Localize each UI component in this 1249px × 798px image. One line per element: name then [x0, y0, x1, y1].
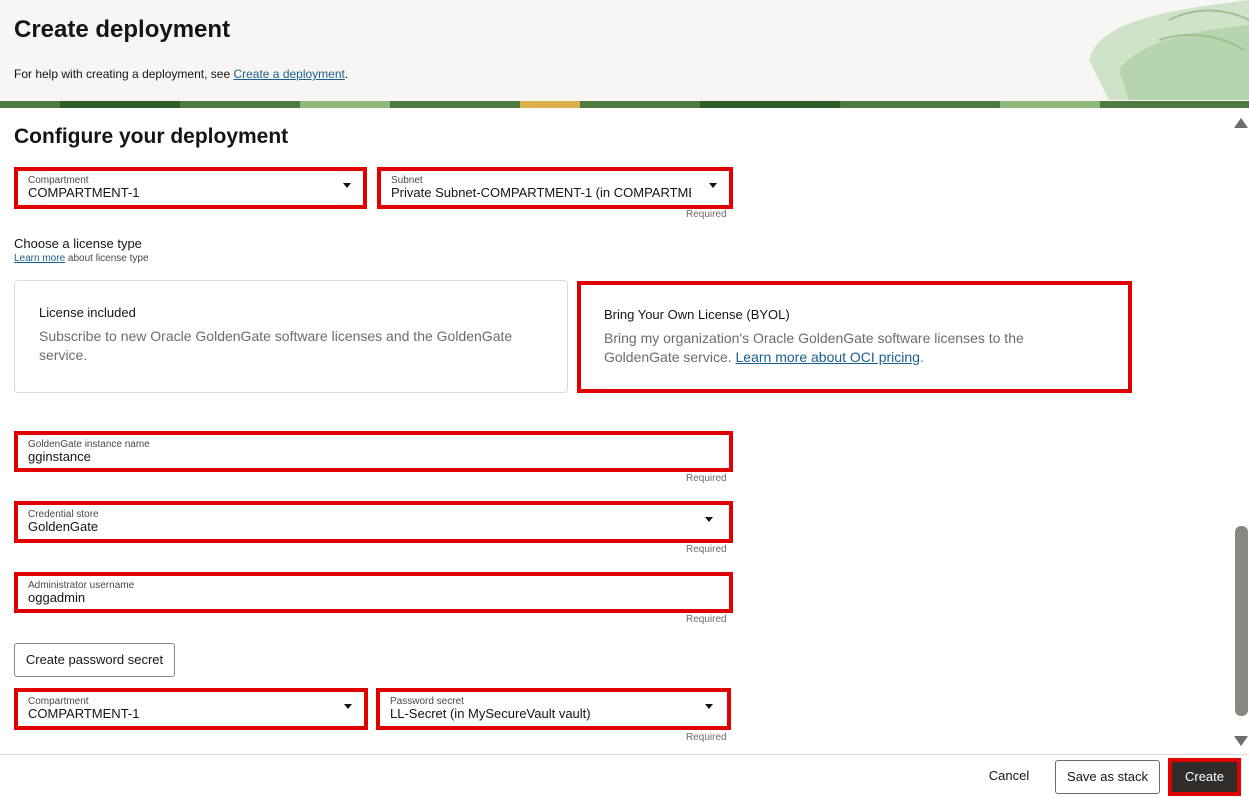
password-secret-required-hint: Required — [686, 732, 727, 743]
chevron-down-icon — [705, 704, 713, 709]
subnet-select[interactable]: Subnet Private Subnet-COMPARTMENT-1 (in … — [377, 167, 733, 209]
license-learn-more: Learn more about license type — [14, 253, 149, 264]
chevron-down-icon — [344, 704, 352, 709]
scroll-down-icon[interactable] — [1234, 736, 1248, 746]
save-as-stack-button[interactable]: Save as stack — [1055, 760, 1160, 794]
vertical-scrollbar[interactable] — [1232, 114, 1249, 754]
page-title: Create deployment — [14, 16, 231, 43]
password-secret-select[interactable]: Password secret LL-Secret (in MySecureVa… — [376, 688, 731, 730]
subnet-required-hint: Required — [686, 209, 727, 220]
compartment-value: COMPARTMENT-1 — [28, 185, 140, 200]
scroll-up-icon[interactable] — [1234, 118, 1248, 128]
chevron-down-icon — [343, 183, 351, 188]
subnet-value: Private Subnet-COMPARTMENT-1 (in COMPART… — [391, 185, 691, 200]
license-included-desc: Subscribe to new Oracle GoldenGate softw… — [39, 328, 513, 363]
chevron-down-icon — [705, 517, 713, 522]
help-text: For help with creating a deployment, see… — [14, 67, 348, 81]
page-header: Create deployment For help with creating… — [0, 0, 1249, 108]
byol-desc: Bring my organization's Oracle GoldenGat… — [604, 329, 1064, 367]
create-password-secret-button[interactable]: Create password secret — [14, 643, 175, 677]
byol-desc-suffix: . — [919, 349, 924, 365]
admin-username-value: oggadmin — [28, 590, 86, 605]
decorative-leaf-illustration — [1089, 0, 1249, 100]
cancel-button[interactable]: Cancel — [975, 766, 1043, 786]
admin-username-required-hint: Required — [686, 614, 727, 625]
license-type-heading: Choose a license type — [14, 236, 142, 251]
license-included-card[interactable]: License included Subscribe to new Oracle… — [14, 280, 568, 393]
oci-pricing-link[interactable]: Learn more about OCI pricing — [736, 349, 920, 365]
credential-store-value: GoldenGate — [28, 519, 99, 534]
decorative-band — [0, 101, 1249, 108]
secret-compartment-value: COMPARTMENT-1 — [28, 706, 140, 721]
learn-more-link[interactable]: Learn more — [14, 253, 65, 264]
byol-card[interactable]: Bring Your Own License (BYOL) Bring my o… — [577, 281, 1132, 393]
create-button[interactable]: Create — [1168, 758, 1241, 796]
license-included-title: License included — [39, 305, 136, 320]
scrollbar-thumb[interactable] — [1235, 526, 1248, 716]
admin-username-input[interactable]: Administrator username oggadmin — [14, 572, 733, 613]
password-secret-value: LL-Secret (in MySecureVault vault) — [390, 706, 591, 721]
byol-title: Bring Your Own License (BYOL) — [604, 307, 790, 322]
credential-store-select[interactable]: Credential store GoldenGate — [14, 501, 733, 543]
credential-store-required-hint: Required — [686, 544, 727, 555]
help-prefix: For help with creating a deployment, see — [14, 67, 234, 81]
instance-name-value: gginstance — [28, 449, 91, 464]
chevron-down-icon — [709, 183, 717, 188]
help-suffix: . — [344, 67, 349, 81]
create-deployment-help-link[interactable]: Create a deployment — [233, 67, 344, 81]
compartment-select[interactable]: Compartment COMPARTMENT-1 — [14, 167, 367, 209]
secret-compartment-select[interactable]: Compartment COMPARTMENT-1 — [14, 688, 368, 730]
instance-name-input[interactable]: GoldenGate instance name gginstance — [14, 431, 733, 472]
instance-name-required-hint: Required — [686, 473, 727, 484]
learn-more-suffix: about license type — [65, 253, 149, 264]
section-title: Configure your deployment — [14, 125, 289, 148]
